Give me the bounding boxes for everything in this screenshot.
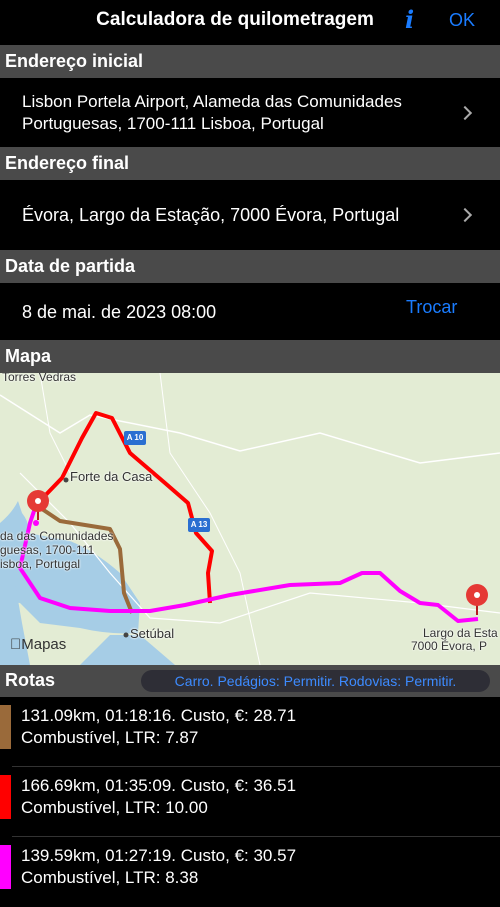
departure-datetime: 8 de mai. de 2023 08:00 bbox=[22, 302, 217, 322]
info-icon[interactable]: i bbox=[405, 5, 414, 34]
end-address-cell[interactable]: Évora, Largo da Estação, 7000 Évora, Por… bbox=[0, 180, 500, 248]
map-label-forte-da-casa: Forte da Casa bbox=[70, 469, 153, 484]
route-fuel: Combustível, LTR: 7.87 bbox=[21, 728, 199, 747]
route-item[interactable]: 166.69km, 01:35:09. Custo, €: 36.51 Comb… bbox=[0, 767, 500, 835]
maps-brand: Mapas bbox=[10, 636, 66, 653]
map-label-destination-2: 7000 Évora, P bbox=[411, 639, 488, 653]
start-address-cell[interactable]: Lisbon Portela Airport, Alameda das Comu… bbox=[0, 78, 500, 146]
chevron-right-icon bbox=[457, 207, 473, 223]
map-label-setubal: Setúbal bbox=[130, 626, 175, 641]
page-title: Calculadora de quilometragem bbox=[96, 9, 374, 30]
start-address-line2: Portuguesas, 1700-111 Lisboa, Portugal bbox=[22, 114, 324, 133]
route-options-button[interactable]: Carro. Pedágios: Permitir. Rodovias: Per… bbox=[141, 670, 490, 692]
end-address-text: Évora, Largo da Estação, 7000 Évora, Por… bbox=[22, 205, 400, 225]
route-item[interactable]: 131.09km, 01:18:16. Custo, €: 28.71 Comb… bbox=[0, 697, 500, 765]
map-header: Mapa bbox=[0, 340, 500, 373]
route-summary: 131.09km, 01:18:16. Custo, €: 28.71 bbox=[21, 706, 297, 725]
ok-button[interactable]: OK bbox=[449, 10, 475, 31]
route-color-bar bbox=[0, 775, 11, 819]
map-label-torres-vedras: Torres Vedras bbox=[2, 373, 77, 384]
routes-header: Rotas Carro. Pedágios: Permitir. Rodovia… bbox=[0, 665, 500, 697]
a13-highway-shield: A 13 bbox=[188, 518, 210, 532]
departure-cell: 8 de mai. de 2023 08:00 Trocar bbox=[0, 283, 500, 339]
map-label-origin-2: guesas, 1700-111 bbox=[0, 543, 95, 557]
route-fuel: Combustível, LTR: 10.00 bbox=[21, 798, 208, 817]
route-item[interactable]: 139.59km, 01:27:19. Custo, €: 30.57 Comb… bbox=[0, 837, 500, 905]
apple-logo-icon:  bbox=[10, 636, 21, 653]
route-summary: 139.59km, 01:27:19. Custo, €: 30.57 bbox=[21, 846, 297, 865]
map-view[interactable]: Torres Vedras Forte da Casa da das Comun… bbox=[0, 373, 500, 665]
route-color-bar bbox=[0, 845, 11, 889]
start-address-line1: Lisbon Portela Airport, Alameda das Comu… bbox=[22, 92, 402, 111]
map-canvas bbox=[0, 373, 500, 665]
chevron-right-icon bbox=[457, 105, 473, 121]
map-label-destination-1: Largo da Esta bbox=[423, 626, 498, 640]
map-label-origin-1: da das Comunidades bbox=[0, 529, 114, 543]
route-color-bar bbox=[0, 705, 11, 749]
route-summary: 166.69km, 01:35:09. Custo, €: 36.51 bbox=[21, 776, 297, 795]
end-address-header: Endereço final bbox=[0, 147, 500, 180]
route-fuel: Combustível, LTR: 8.38 bbox=[21, 868, 199, 887]
a10-highway-shield: A 10 bbox=[124, 431, 146, 445]
change-date-button[interactable]: Trocar bbox=[406, 297, 457, 318]
map-label-origin-3: isboa, Portugal bbox=[0, 557, 81, 571]
nav-bar: Calculadora de quilometragem i OK bbox=[0, 0, 500, 44]
start-address-header: Endereço inicial bbox=[0, 45, 500, 78]
departure-header: Data de partida bbox=[0, 250, 500, 283]
